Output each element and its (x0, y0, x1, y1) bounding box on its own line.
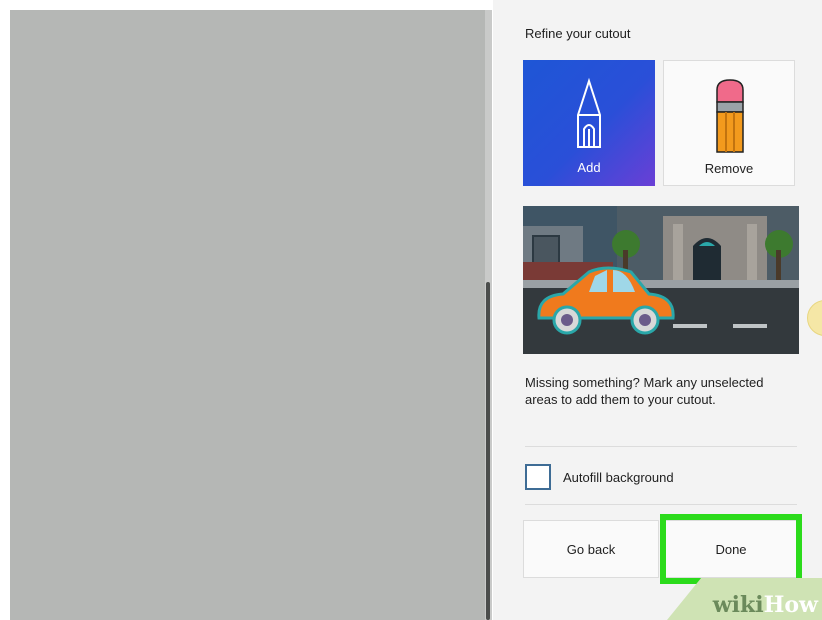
remove-tool-button[interactable]: Remove (663, 60, 795, 186)
divider (525, 446, 797, 447)
panel-title: Refine your cutout (525, 26, 631, 41)
pen-icon (564, 75, 614, 160)
watermark-badge: wikiHow (667, 578, 822, 620)
add-tool-button[interactable]: Add (523, 60, 655, 186)
add-tool-label: Add (577, 160, 601, 175)
vertical-scrollbar[interactable] (485, 10, 492, 620)
done-button-highlight (660, 514, 802, 584)
watermark-part-2: How (763, 592, 818, 618)
watermark-part-1: wiki (712, 592, 764, 618)
floating-handle[interactable] (807, 300, 822, 336)
divider (525, 504, 797, 505)
watermark-text: wikiHow (713, 592, 818, 618)
image-canvas[interactable] (10, 10, 485, 620)
hint-text: Missing something? Mark any unselected a… (525, 375, 764, 407)
cutout-preview-image (523, 206, 799, 354)
autofill-checkbox[interactable] (525, 464, 551, 490)
refine-panel: Refine your cutout Add Remove Missing so… (493, 0, 822, 620)
autofill-option[interactable]: Autofill background (525, 462, 674, 492)
eraser-icon (705, 76, 755, 161)
autofill-label: Autofill background (563, 469, 674, 485)
remove-tool-label: Remove (704, 161, 754, 176)
scrollbar-thumb[interactable] (486, 282, 490, 620)
go-back-button[interactable]: Go back (523, 520, 659, 578)
